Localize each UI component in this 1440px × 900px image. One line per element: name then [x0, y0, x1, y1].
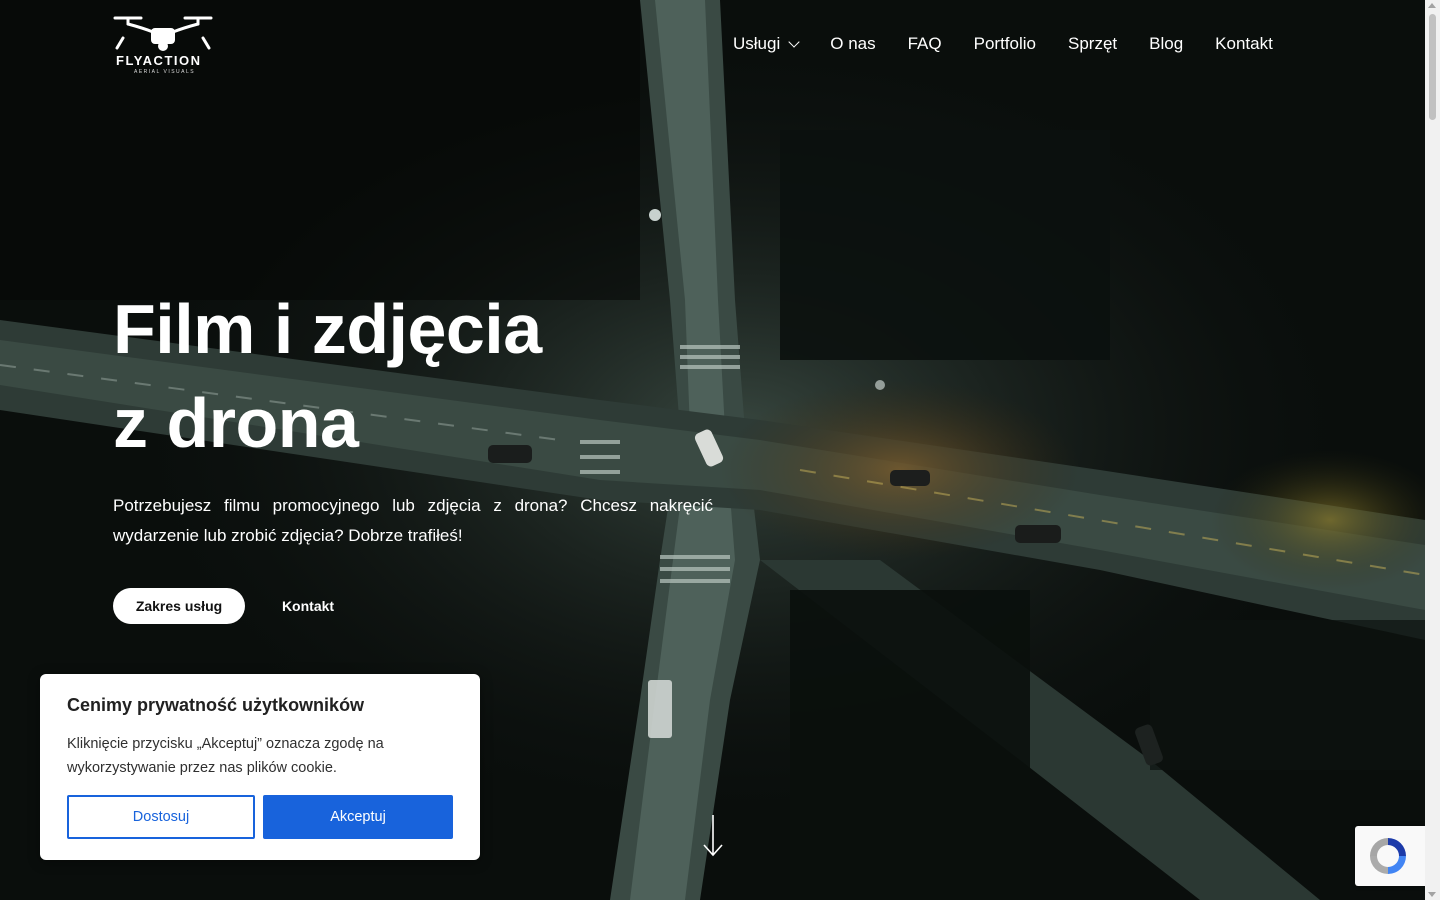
scrollbar-thumb[interactable] [1429, 14, 1436, 120]
scroll-down-icon[interactable] [1428, 892, 1436, 897]
nav-item-uslugi[interactable]: Usługi [733, 34, 800, 54]
nav-item-kontakt[interactable]: Kontakt [1215, 34, 1273, 54]
recaptcha-icon [1370, 838, 1406, 874]
brand-name: FLYACTION [116, 53, 202, 68]
page-scrollbar[interactable] [1425, 0, 1440, 900]
nav-item-o-nas[interactable]: O nas [830, 34, 875, 54]
contact-button[interactable]: Kontakt [268, 588, 348, 624]
nav-item-sprzet[interactable]: Sprzęt [1068, 34, 1117, 54]
scroll-up-icon[interactable] [1428, 3, 1436, 8]
cookie-customize-button[interactable]: Dostosuj [67, 795, 255, 839]
drone-icon [113, 16, 213, 51]
chevron-down-icon [788, 35, 800, 48]
nav-item-blog[interactable]: Blog [1149, 34, 1183, 54]
nav-item-portfolio[interactable]: Portfolio [974, 34, 1036, 54]
cookie-title: Cenimy prywatność użytkowników [67, 695, 365, 715]
hero-title-line: z drona [113, 384, 359, 462]
brand-tagline: AERIAL VISUALS [134, 69, 196, 75]
hero-title: Film i zdjęcia z drona [113, 282, 542, 470]
cookie-consent-banner: Cenimy prywatność użytkowników Kliknięci… [40, 674, 480, 860]
cookie-text: Kliknięcie przycisku „Akceptuj” oznacza … [67, 736, 384, 776]
scroll-down-arrow-icon[interactable] [703, 814, 723, 858]
services-button[interactable]: Zakres usług [113, 588, 245, 624]
cookie-accept-button[interactable]: Akceptuj [263, 795, 453, 839]
main-nav: Usługi O nas FAQ Portfolio Sprzęt Blog K… [733, 34, 1273, 54]
hero-description: Potrzebujesz filmu promocyjnego lub zdję… [113, 496, 713, 545]
nav-item-faq[interactable]: FAQ [908, 34, 942, 54]
hero-title-line: Film i zdjęcia [113, 290, 542, 368]
nav-item-label: Usługi [733, 34, 781, 53]
